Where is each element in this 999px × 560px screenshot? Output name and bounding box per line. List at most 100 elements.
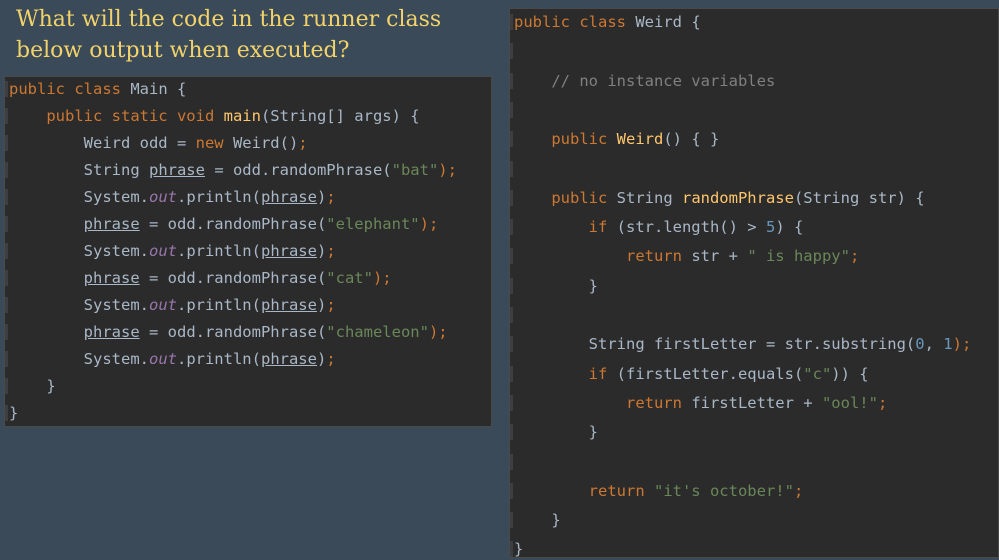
code-line: public static void main(String[] args) { <box>5 105 491 127</box>
code-token: "bat" <box>391 161 439 179</box>
gutter-marker <box>510 424 513 441</box>
code-token: } <box>514 540 524 559</box>
code-line: System.out.println(phrase); <box>5 186 491 208</box>
code-line <box>510 158 998 180</box>
code-token: ); <box>438 161 457 179</box>
code-token: out <box>148 188 177 206</box>
gutter-marker <box>510 277 513 294</box>
code-line: } <box>510 275 998 297</box>
code-line <box>510 40 998 62</box>
gutter-marker <box>5 297 8 313</box>
code-token: public <box>514 130 617 149</box>
gutter-marker <box>5 351 8 367</box>
gutter-marker <box>510 336 513 353</box>
code-token: new <box>195 134 233 152</box>
code-token: phrase <box>260 350 317 368</box>
code-token: (String[] args) { <box>260 107 420 125</box>
code-token: return <box>514 393 692 412</box>
code-line <box>510 99 998 121</box>
code-token: } <box>514 511 561 530</box>
gutter-marker <box>5 324 8 340</box>
code-token: // no instance variables <box>514 71 776 90</box>
code-token: .println( <box>176 350 261 368</box>
code-token: Main { <box>130 80 187 98</box>
code-token: ; <box>326 296 336 314</box>
code-line: return "it's october!"; <box>510 480 998 502</box>
code-token: ) { <box>775 218 804 237</box>
code-token: .println( <box>176 296 261 314</box>
code-token: String firstLetter = str.substring( <box>514 335 916 354</box>
code-token: ); <box>952 335 972 354</box>
code-token: System. <box>9 350 149 368</box>
code-line: public String randomPhrase(String str) { <box>510 187 998 209</box>
code-token: String <box>616 188 682 207</box>
code-token: System. <box>9 242 149 260</box>
code-token: ; <box>793 481 804 500</box>
code-token: (String str) { <box>793 188 925 207</box>
code-line: } <box>510 538 998 560</box>
gutter-marker <box>510 72 513 89</box>
code-token: = odd.randomPhrase( <box>204 161 392 179</box>
code-token: phrase <box>260 242 317 260</box>
code-line: } <box>5 402 491 424</box>
code-token: out <box>148 242 177 260</box>
gutter-marker <box>510 219 513 236</box>
code-line: System.out.println(phrase); <box>5 294 491 316</box>
code-line: public class Weird { <box>510 11 998 33</box>
code-token: = odd.randomPhrase( <box>139 269 327 287</box>
code-token: out <box>148 296 177 314</box>
code-token: ); <box>372 269 392 287</box>
code-line: System.out.println(phrase); <box>5 348 491 370</box>
code-line: phrase = odd.randomPhrase("cat"); <box>5 267 491 289</box>
code-token: if <box>514 364 617 383</box>
gutter-marker <box>5 81 8 97</box>
code-line: public class Main { <box>5 78 491 100</box>
code-line: String phrase = odd.randomPhrase("bat"); <box>5 159 491 181</box>
code-token: phrase <box>83 269 140 287</box>
code-token: ); <box>419 215 439 233</box>
question-text: What will the code in the runner class b… <box>16 7 442 63</box>
gutter-marker <box>510 394 513 411</box>
gutter-marker <box>5 162 8 178</box>
code-token: } <box>514 276 598 295</box>
code-token: .println( <box>176 188 261 206</box>
code-token: phrase <box>260 188 317 206</box>
code-line: } <box>510 421 998 443</box>
gutter-marker <box>5 216 8 232</box>
code-token: randomPhrase <box>681 188 794 207</box>
code-line: // no instance variables <box>510 70 998 92</box>
gutter-marker <box>510 43 513 60</box>
code-line: } <box>5 375 491 397</box>
gutter-marker <box>5 270 8 286</box>
code-line: phrase = odd.randomPhrase("elephant"); <box>5 213 491 235</box>
code-token: out <box>148 350 177 368</box>
gutter-marker <box>5 243 8 259</box>
code-token: Weird() <box>232 134 299 152</box>
code-token: System. <box>9 296 149 314</box>
code-token: ); <box>428 323 448 341</box>
code-token: ; <box>326 350 336 368</box>
code-token: ) <box>316 188 327 206</box>
code-token: 1 <box>943 335 953 354</box>
code-token: ) <box>316 350 327 368</box>
code-token: ; <box>298 134 308 152</box>
code-token: , <box>924 335 944 354</box>
code-line: if (firstLetter.equals("c")) { <box>510 363 998 385</box>
code-line: Weird odd = new Weird(); <box>5 132 491 154</box>
gutter-marker <box>510 189 513 206</box>
gutter-marker <box>5 135 8 151</box>
code-token: str + <box>691 247 748 266</box>
code-token: } <box>514 423 598 442</box>
code-token: phrase <box>83 323 140 341</box>
gutter-marker <box>510 541 513 558</box>
code-token: )) { <box>831 364 869 383</box>
code-token: public class <box>514 13 636 31</box>
code-token: } <box>9 404 19 422</box>
gutter-marker <box>5 108 8 124</box>
code-token: "cat" <box>326 269 373 287</box>
gutter-marker <box>510 14 513 30</box>
code-line: phrase = odd.randomPhrase("chameleon"); <box>5 321 491 343</box>
code-token: ) <box>316 242 327 260</box>
